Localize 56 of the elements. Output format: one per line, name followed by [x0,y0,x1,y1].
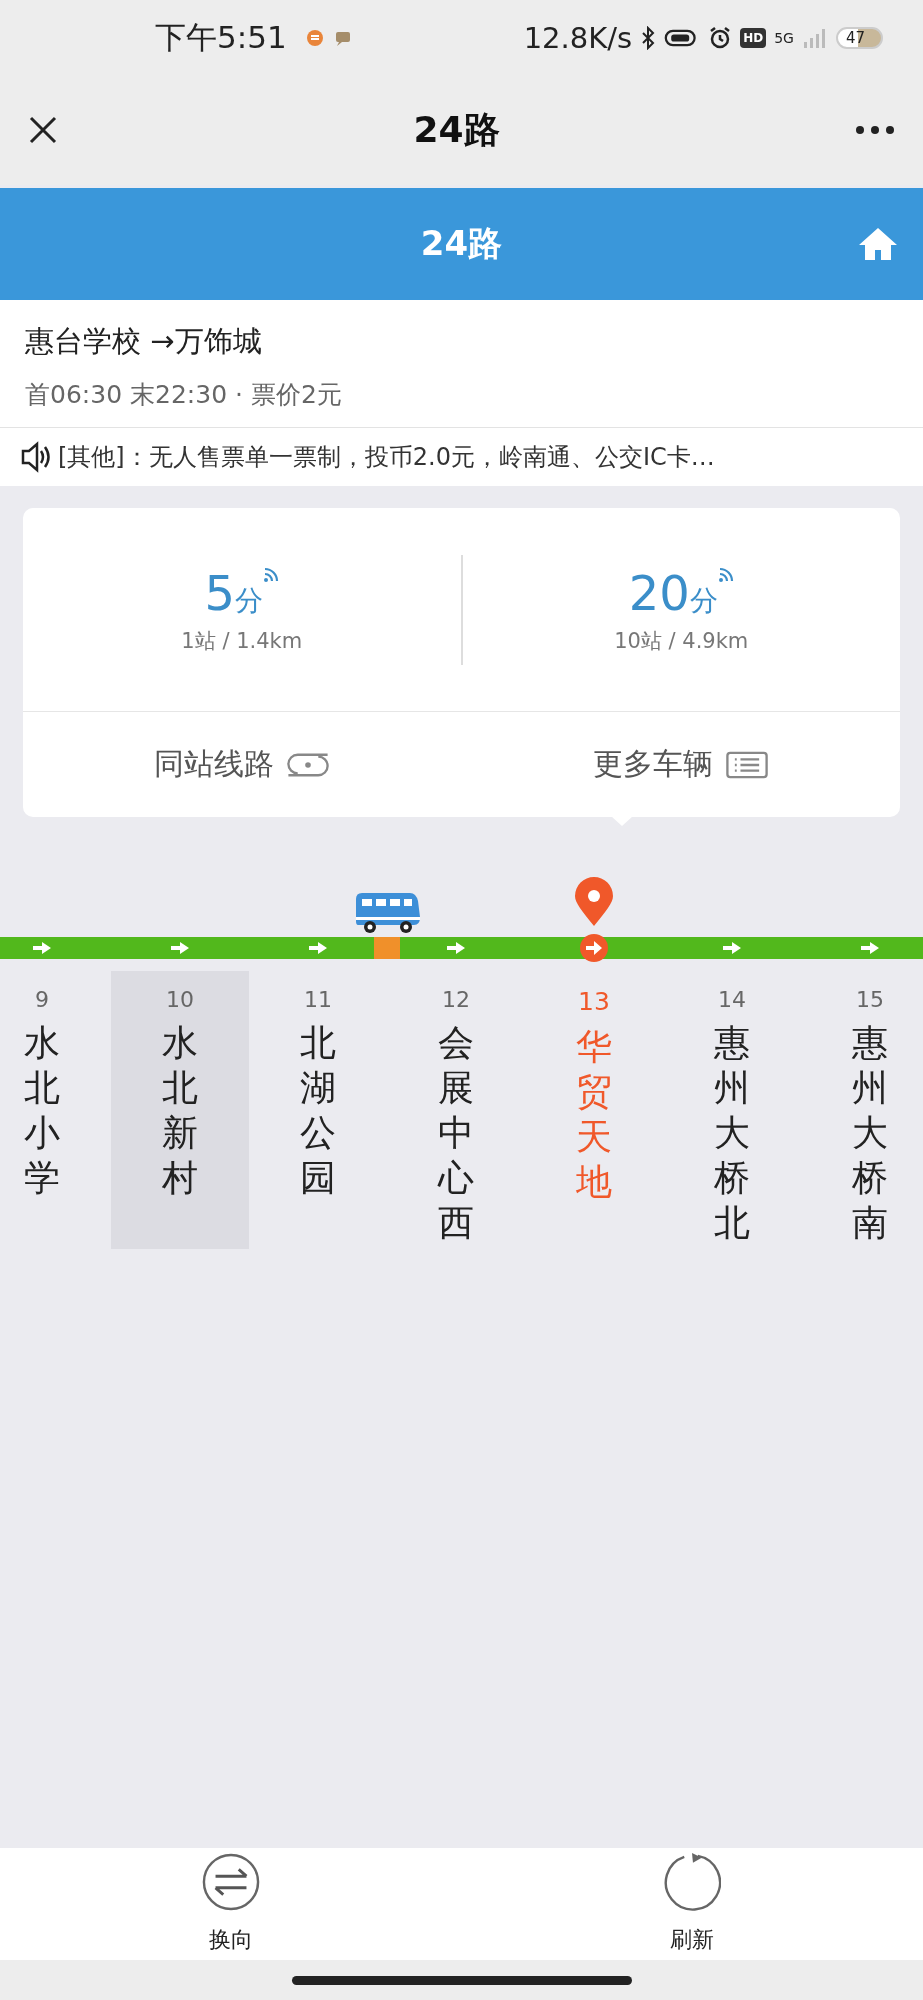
station-name: 惠州大桥南 [852,1021,888,1245]
route-name: 惠台学校 →万饰城 [25,323,263,360]
hd-badge: HD [740,27,767,48]
station-column[interactable]: 11 北湖公园 [249,867,387,1249]
notice-text: [其他]：无人售票单一票制，投币2.0元，岭南通、公交IC卡… [58,442,715,473]
station-number: 14 [718,987,746,1012]
direction-arrow-icon [446,941,466,955]
station-column[interactable]: 14 惠州大桥北 [663,867,801,1249]
status-time: 下午5:51 [155,17,287,57]
station-column[interactable]: 15 惠州大桥南 [801,867,923,1249]
arrival-time: 5分 [204,564,263,621]
station-name: 会展中心西 [438,1021,474,1245]
arrival-time: 20分 [628,564,718,621]
station-column[interactable]: 9 水北小学 [0,867,111,1249]
toolbar-button[interactable]: 刷新 [461,1848,923,1960]
more-icon[interactable] [855,125,895,135]
direction-arrow-icon [170,941,190,955]
realtime-signal-icon [263,566,279,583]
refresh-icon [663,1853,722,1911]
station-number: 12 [442,987,470,1012]
card-action-button[interactable]: 更多车辆 [461,712,900,817]
station-name: 水北新村 [162,1021,198,1200]
direction-arrow-icon [308,941,328,955]
header-title: 24路 [420,222,503,265]
station-name: 水北小学 [24,1021,60,1200]
card-action-button[interactable]: 同站线路 [23,712,462,817]
list-icon [724,750,769,779]
station-name: 华贸天地 [576,1025,612,1204]
station-number: 9 [35,987,49,1012]
direction-arrow-icon [860,941,880,955]
network-speed: 12.8K/s [523,20,633,55]
network-type: 5G [774,29,794,46]
window-title: 24路 [413,107,500,152]
station-number: 15 [856,987,884,1012]
home-icon[interactable] [858,226,898,262]
station-name: 北湖公园 [300,1021,336,1200]
bus-position-marker [374,937,400,959]
realtime-signal-icon [717,566,734,583]
station-number: 10 [166,987,194,1012]
route-schedule: 首06:30 末22:30 · 票价2元 [25,379,343,411]
station-number: 13 [578,987,610,1016]
station-number: 11 [304,987,332,1012]
station-name: 惠州大桥北 [714,1021,750,1245]
home-indicator[interactable] [291,1975,632,1985]
app-notification-icon [304,27,325,48]
station-column[interactable]: 12 会展中心西 [387,867,525,1249]
speaker-icon [20,440,50,474]
close-icon[interactable] [28,115,58,145]
direction-arrow-icon [722,941,742,955]
toolbar-button[interactable]: 换向 [0,1848,462,1960]
arrival-distance: 1站 / 1.4km [181,627,303,655]
bluetooth-icon [640,25,657,50]
battery-indicator: 47 [835,26,883,49]
arrival-distance: 10站 / 4.9km [614,627,749,655]
direction-arrow-icon [32,941,52,955]
swap-icon [201,1853,260,1911]
